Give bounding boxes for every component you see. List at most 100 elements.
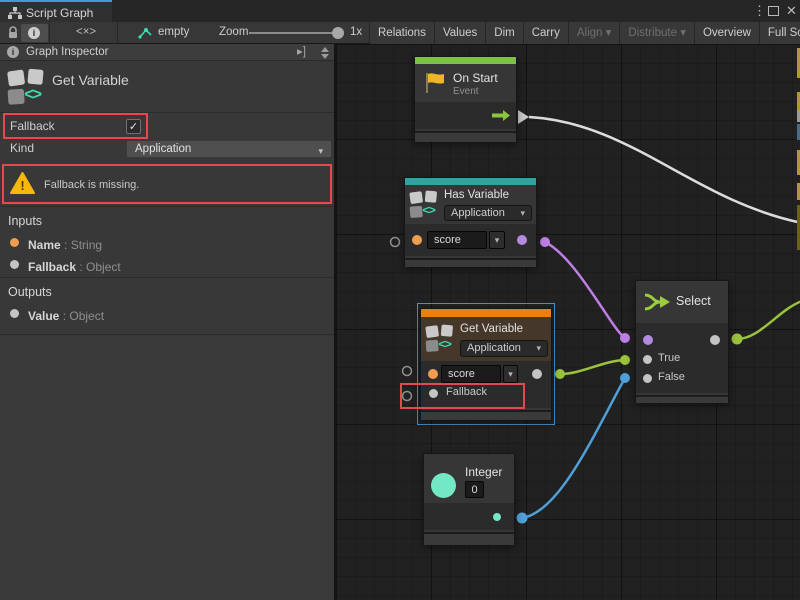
dim-button[interactable]: Dim: [485, 22, 522, 44]
dock-icon[interactable]: ▸]: [297, 44, 306, 61]
inspector-empty-area: [0, 336, 334, 600]
input-type: : String: [61, 238, 102, 252]
align-label: Align: [577, 27, 603, 39]
checkmark-icon: ✓: [129, 121, 138, 133]
caret-down-icon: ▾: [606, 27, 612, 39]
kind-value: Application: [451, 207, 505, 219]
overview-button[interactable]: Overview: [694, 22, 759, 44]
lock-icon[interactable]: [7, 26, 19, 40]
input-name: Name: [28, 238, 61, 252]
values-button[interactable]: Values: [434, 22, 485, 44]
output-port-dot-value[interactable]: [10, 309, 19, 318]
control-output-port[interactable]: [491, 110, 511, 121]
kind-dropdown[interactable]: Application ▾: [126, 140, 332, 158]
full-screen-button[interactable]: Full Screen: [759, 22, 800, 44]
code-view-icon[interactable]: <×>: [76, 26, 96, 38]
warning-text: Fallback is missing.: [44, 179, 139, 191]
variable-picker-button[interactable]: ▾: [489, 231, 505, 249]
graph-pointer-icon: [138, 27, 152, 39]
kebab-menu-icon[interactable]: ⋮: [753, 3, 766, 19]
graph-inspector-panel: i Graph Inspector ▸] <> Get Variable Fal…: [0, 44, 334, 600]
tab-bar: Script Graph ⋮ ✕: [0, 0, 800, 22]
info-icon: i: [7, 46, 19, 58]
align-button[interactable]: Align ▾: [568, 22, 620, 44]
integer-icon: [431, 473, 456, 498]
inputs-header: Inputs: [8, 214, 42, 228]
graph-pointer-label: empty: [158, 26, 189, 38]
input-type: : Object: [76, 260, 121, 274]
select-icon: [643, 291, 671, 313]
kind-dropdown[interactable]: Application ▾: [444, 205, 532, 221]
zoom-label: Zoom: [219, 26, 248, 38]
name-input[interactable]: score: [427, 231, 487, 249]
inspector-header: i Graph Inspector ▸]: [0, 44, 334, 61]
script-graph-window: Script Graph ⋮ ✕ i <×> empty Zoom 1x Rel…: [0, 0, 800, 600]
caret-down-icon: ▾: [520, 206, 525, 220]
variable-unit-icon: <>: [426, 324, 455, 353]
close-icon[interactable]: ✕: [786, 3, 797, 19]
output-type: : Object: [59, 309, 104, 323]
selection-output-port[interactable]: [710, 335, 720, 345]
zoom-value: 1x: [350, 26, 362, 38]
info-icon: i: [28, 27, 40, 39]
bool-output-port[interactable]: [517, 235, 527, 245]
scroll-up-icon[interactable]: [321, 47, 329, 52]
svg-text:!: !: [20, 178, 24, 193]
inspector-title: Graph Inspector: [26, 44, 108, 61]
name-input-port[interactable]: [412, 235, 422, 245]
wires-layer: [336, 44, 800, 600]
input-port-dot-fallback[interactable]: [10, 260, 19, 269]
node-title: Get Variable: [460, 323, 523, 335]
fallback-checkbox[interactable]: ✓: [126, 119, 141, 134]
fallback-option-label: Fallback: [10, 119, 55, 133]
flag-icon: [424, 72, 448, 94]
distribute-button[interactable]: Distribute ▾: [619, 22, 694, 44]
carry-button[interactable]: Carry: [523, 22, 568, 44]
caret-down-icon: ▾: [536, 341, 541, 355]
graph-pointer-button[interactable]: empty: [120, 22, 204, 44]
true-input-port[interactable]: [643, 355, 652, 364]
integer-output-port[interactable]: [493, 513, 501, 521]
false-input-port[interactable]: [643, 374, 652, 383]
kind-dropdown[interactable]: Application ▾: [460, 340, 548, 357]
scroll-down-icon[interactable]: [321, 54, 329, 59]
tab-script-graph[interactable]: Script Graph: [0, 0, 112, 22]
node-title: Select: [676, 294, 711, 308]
caret-down-icon: ▾: [680, 27, 686, 39]
condition-input-port[interactable]: [643, 335, 653, 345]
input-row-name: Name : String: [28, 236, 102, 254]
variable-picker-button[interactable]: ▾: [503, 365, 518, 383]
node-select[interactable]: Select True False: [635, 280, 729, 403]
kind-value: Application: [127, 143, 191, 155]
zoom-slider-handle[interactable]: [332, 27, 344, 39]
kind-value: Application: [467, 342, 521, 354]
unit-title: Get Variable: [52, 72, 129, 88]
caret-down-icon: ▾: [495, 235, 500, 245]
inspector-toggle-button[interactable]: i: [21, 24, 48, 42]
distribute-label: Distribute: [628, 27, 677, 39]
tab-title: Script Graph: [26, 3, 93, 23]
node-has-variable[interactable]: <> Has Variable Application ▾ score ▾: [404, 177, 537, 267]
value-output-port[interactable]: [532, 369, 542, 379]
relations-button[interactable]: Relations: [369, 22, 434, 44]
fallback-port-highlight: [400, 383, 525, 409]
zoom-slider-track[interactable]: [249, 32, 337, 34]
node-on-start[interactable]: On Start Event: [414, 56, 517, 142]
integer-value-input[interactable]: 0: [465, 481, 484, 498]
node-title: Has Variable: [444, 189, 509, 201]
input-port-dot-name[interactable]: [10, 238, 19, 247]
node-title: On Start: [453, 71, 498, 85]
caret-down-icon: ▾: [508, 369, 513, 379]
name-input[interactable]: score: [441, 365, 501, 383]
node-integer[interactable]: Integer 0: [423, 453, 515, 545]
variable-unit-icon: <>: [8, 68, 46, 106]
output-name: Value: [28, 309, 59, 323]
maximize-icon[interactable]: [768, 6, 779, 16]
true-port-label: True: [658, 352, 680, 364]
variable-unit-icon: <>: [410, 190, 439, 219]
name-input-port[interactable]: [428, 369, 438, 379]
graph-canvas[interactable]: On Start Event <> Has Variable Applicat: [334, 44, 800, 600]
outputs-header: Outputs: [8, 285, 52, 299]
kind-label: Kind: [10, 141, 34, 155]
node-title: Integer: [465, 465, 502, 479]
